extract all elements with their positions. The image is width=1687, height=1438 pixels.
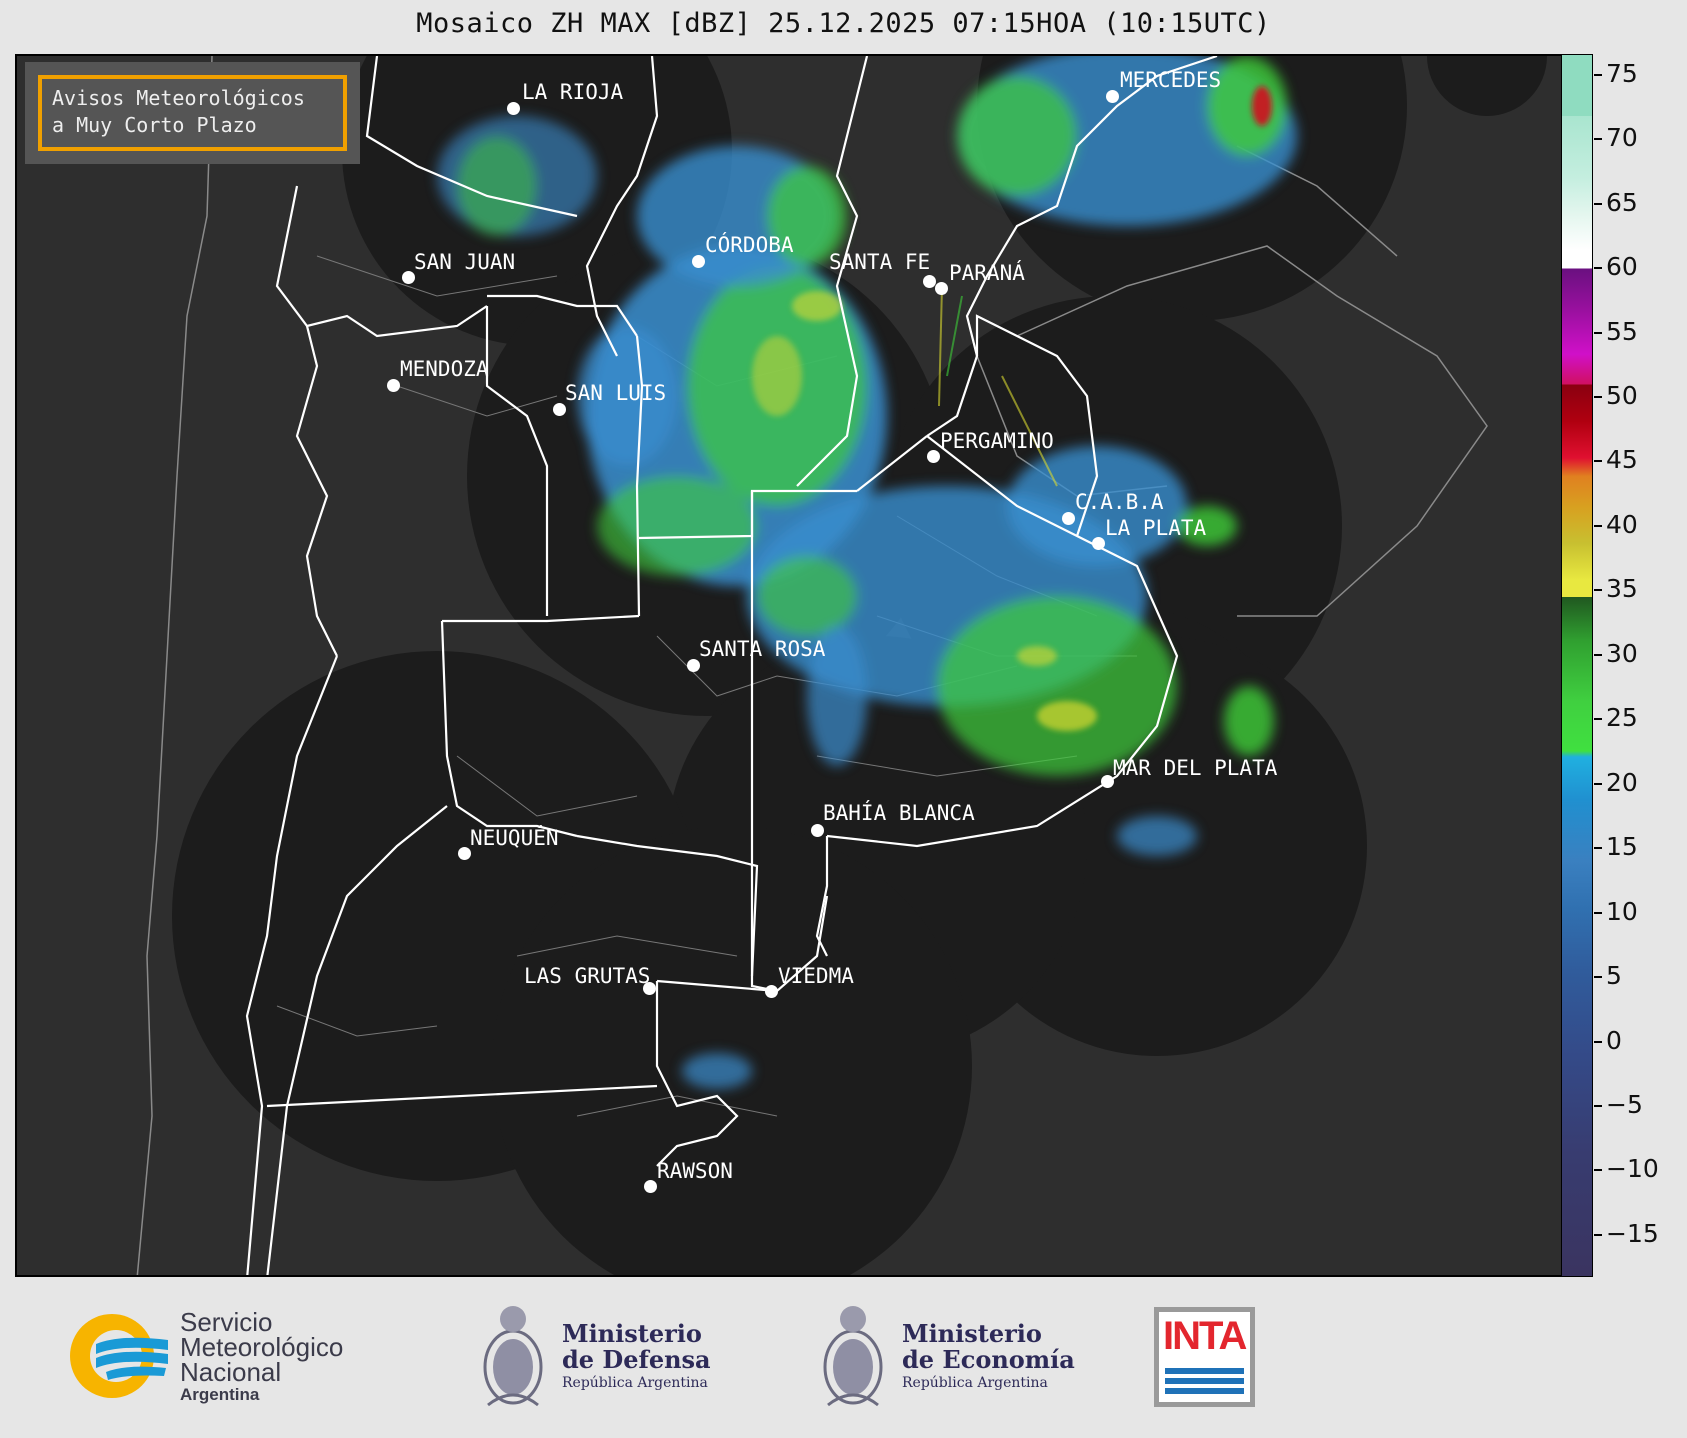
smn-line-3: Nacional: [180, 1357, 282, 1387]
colorbar-tick-label: 50: [1606, 381, 1638, 410]
economia-line-2: de Economía: [902, 1345, 1075, 1374]
colorbar-tick-label: 20: [1606, 768, 1638, 797]
colorbar-tick-label: 35: [1606, 574, 1638, 603]
defensa-line-2: de Defensa: [562, 1345, 711, 1374]
city-dot: [765, 985, 778, 998]
city-dot: [1092, 537, 1105, 550]
colorbar-tick-label: 5: [1606, 961, 1622, 990]
colorbar-tick: [1594, 847, 1602, 849]
colorbar-tick-label: 70: [1606, 123, 1638, 152]
colorbar-tick: [1594, 267, 1602, 269]
colorbar-tick: [1594, 976, 1602, 978]
footer-logos: Servicio Meteorológico Nacional Argentin…: [0, 1279, 1687, 1438]
colorbar-tick-label: −15: [1606, 1219, 1659, 1248]
city-label-neuquen: NEUQUÉN: [470, 826, 559, 850]
colorbar-tick: [1594, 1234, 1602, 1236]
city-label-viedma: VIEDMA: [778, 964, 854, 988]
colorbar-tick: [1594, 525, 1602, 527]
city-dot: [935, 282, 948, 295]
coat-of-arms-icon: [823, 1306, 883, 1407]
city-label-santa-rosa: SANTA ROSA: [699, 637, 826, 661]
colorbar-tick-label: 30: [1606, 639, 1638, 668]
colorbar-tick: [1594, 460, 1602, 462]
colorbar-tick: [1594, 912, 1602, 914]
colorbar-tick: [1594, 783, 1602, 785]
city-dot: [387, 379, 400, 392]
notice-line-1: Avisos Meteorológicos: [52, 86, 305, 110]
colorbar-tick-label: −10: [1606, 1154, 1659, 1183]
colorbar-tick-label: 45: [1606, 445, 1638, 474]
city-label-la-rioja: LA RIOJA: [522, 80, 624, 104]
city-label-caba: C.A.B.A: [1075, 490, 1164, 514]
colorbar-tick-label: 0: [1606, 1026, 1622, 1055]
city-label-la-plata: LA PLATA: [1105, 516, 1207, 540]
colorbar-tick-label: 75: [1606, 59, 1638, 88]
city-label-pergamino: PERGAMINO: [940, 429, 1054, 453]
colorbar-tick: [1594, 332, 1602, 334]
city-label-mendoza: MENDOZA: [400, 357, 489, 381]
notice-line-2: a Muy Corto Plazo: [52, 113, 257, 137]
smn-emblem-icon: [70, 1314, 168, 1398]
city-dot: [927, 450, 940, 463]
colorbar-tick-label: 25: [1606, 703, 1638, 732]
city-label-santa-fe: SANTA FE: [829, 250, 931, 274]
colorbar-tick-label: −5: [1606, 1090, 1643, 1119]
colorbar-tick: [1594, 654, 1602, 656]
city-dot: [507, 102, 520, 115]
city-dot: [1106, 90, 1119, 103]
smn-logo[interactable]: Servicio Meteorológico Nacional Argentin…: [66, 1306, 386, 1406]
city-label-san-juan: SAN JUAN: [414, 250, 516, 274]
colorbar-tick: [1594, 1169, 1602, 1171]
economia-line-1: Ministerio: [902, 1319, 1042, 1348]
colorbar-tick: [1594, 718, 1602, 720]
ministerio-defensa-logo[interactable]: Ministerio de Defensa República Argentin…: [478, 1295, 718, 1415]
city-label-mercedes: MERCEDES: [1120, 68, 1222, 92]
city-dot: [1062, 512, 1075, 525]
city-label-bahia-blanca: BAHÍA BLANCA: [823, 801, 975, 825]
colorbar-tick: [1594, 396, 1602, 398]
map-title: Mosaico ZH MAX [dBZ] 25.12.2025 07:15HOA…: [416, 8, 1271, 39]
ministerio-economia-logo[interactable]: Ministerio de Economía República Argenti…: [818, 1295, 1078, 1415]
city-dot: [644, 1180, 657, 1193]
city-label-parana: PARANÁ: [949, 261, 1025, 285]
colorbar-tick: [1594, 589, 1602, 591]
notice-box[interactable]: Avisos Meteorológicos a Muy Corto Plazo: [38, 75, 347, 151]
city-dot: [811, 824, 824, 837]
city-label-mar-del-plata: MAR DEL PLATA: [1113, 756, 1278, 780]
colorbar-tick: [1594, 1105, 1602, 1107]
defensa-line-1: Ministerio: [562, 1319, 702, 1348]
inta-label: INTA: [1163, 1314, 1247, 1358]
colorbar-tick-label: 40: [1606, 510, 1638, 539]
defensa-line-3: República Argentina: [562, 1375, 708, 1391]
radar-map[interactable]: Avisos Meteorológicos a Muy Corto Plazo …: [15, 54, 1563, 1277]
colorbar-tick-label: 15: [1606, 832, 1638, 861]
economia-line-3: República Argentina: [902, 1375, 1048, 1391]
city-label-san-luis: SAN LUIS: [565, 381, 667, 405]
smn-line-4: Argentina: [180, 1385, 260, 1404]
city-dot: [923, 275, 936, 288]
colorbar-tick-label: 65: [1606, 188, 1638, 217]
colorbar-tick: [1594, 74, 1602, 76]
city-dot: [692, 255, 705, 268]
city-label-las-grutas: LAS GRUTAS: [524, 964, 651, 988]
notice-panel[interactable]: Avisos Meteorológicos a Muy Corto Plazo: [25, 62, 360, 164]
city-label-rawson: RAWSON: [657, 1159, 733, 1183]
colorbar: [1561, 54, 1593, 1277]
colorbar-tick-label: 10: [1606, 897, 1638, 926]
city-label-cordoba: CÓRDOBA: [705, 233, 794, 257]
colorbar-tick: [1594, 1041, 1602, 1043]
colorbar-tick: [1594, 138, 1602, 140]
coat-of-arms-icon: [483, 1306, 543, 1407]
colorbar-tick-label: 60: [1606, 252, 1638, 281]
colorbar-tick: [1594, 203, 1602, 205]
inta-logo[interactable]: INTA: [1154, 1307, 1255, 1407]
colorbar-tick-label: 55: [1606, 317, 1638, 346]
